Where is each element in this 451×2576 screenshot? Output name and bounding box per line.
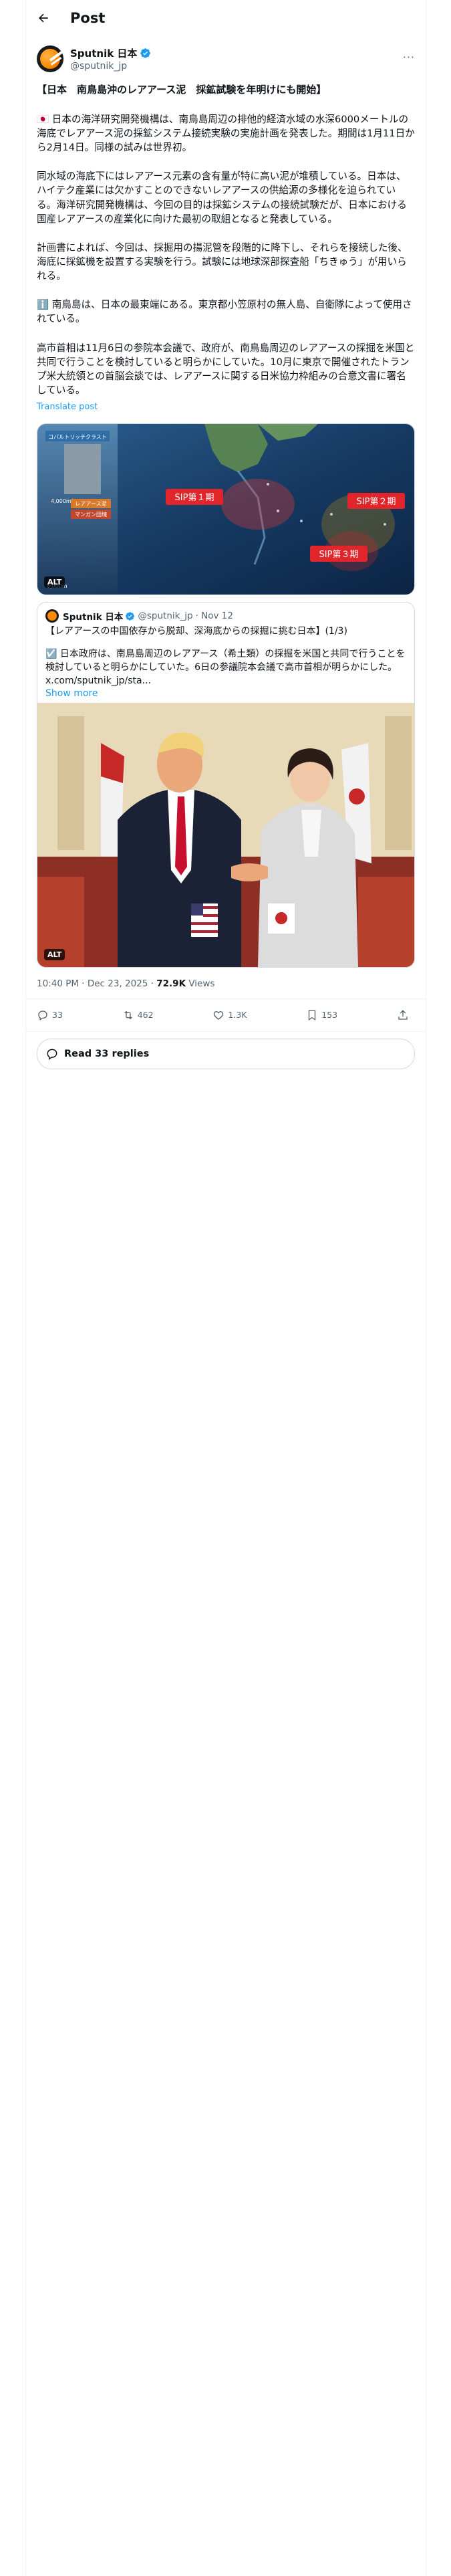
sip-phase-3-label: SIP第３期 [319, 550, 359, 560]
like-count: 1.3K [228, 1010, 247, 1021]
map-label-depth1: 4,000m [51, 498, 71, 504]
map-label-rareearth: レアアース泥 [75, 501, 106, 507]
post-paragraph: 計画書によれば、今回は、採掘用の揚泥管を段階的に降下し、それらを接続した後、海底… [37, 241, 408, 282]
quoted-post-header: Sputnik 日本 @sputnik_jp · Nov 12 [37, 603, 414, 623]
author-name[interactable]: Sputnik 日本 [70, 46, 151, 60]
post-headline: 【日本 南鳥島沖のレアアース泥 採鉱試験を年明けにも開始】 [37, 84, 327, 96]
repost-icon [124, 1010, 132, 1019]
bookmark-button[interactable]: 153 [306, 1009, 337, 1021]
author-names: Sputnik 日本 @sputnik_jp [70, 46, 151, 72]
bookmark-icon [309, 1010, 316, 1021]
main-column: Post Sputnik 日本 @sputnik_jp ··· 【日本 南鳥島沖… [26, 0, 426, 1069]
more-options-icon[interactable]: ··· [403, 51, 415, 64]
post-paragraph: ℹ️ 南鳥島は、日本の最東端にある。東京都小笠原村の無人島、自衛隊によって使用さ… [37, 299, 412, 325]
author-row: Sputnik 日本 @sputnik_jp ··· [26, 36, 426, 75]
quoted-post-link[interactable]: x.com/sputnik_jp/sta... [45, 675, 406, 688]
sip-phase-2-label: SIP第２期 [357, 497, 396, 507]
translate-post-link[interactable]: Translate post [37, 401, 415, 414]
quoted-photo[interactable]: ALT [37, 702, 414, 967]
right-rail [426, 0, 451, 2576]
quoted-author-name: Sputnik 日本 [63, 609, 135, 623]
quoted-author-name-text: Sputnik 日本 [63, 612, 124, 623]
views-label: Views [186, 978, 215, 989]
post-timestamp[interactable]: 10:40 PM · Dec 23, 2025 · [37, 978, 156, 989]
quoted-avatar [45, 609, 59, 623]
quoted-post-body: ☑️ 日本政府は、南鳥島周辺のレアアース（希土類）の採掘を米国と共同で行うことを… [45, 648, 406, 673]
verified-badge-icon [126, 611, 135, 621]
action-bar: 33 462 1.3K 153 [26, 999, 426, 1032]
quoted-author-handle: @sputnik_jp [138, 611, 193, 622]
reply-button[interactable]: 33 [37, 1009, 63, 1021]
handshake-photo-graphic [37, 702, 414, 967]
post-body: 【日本 南鳥島沖のレアアース泥 採鉱試験を年明けにも開始】 🇯🇵 日本の海洋研究… [26, 75, 426, 414]
seabed-map-graphic: コバルトリッチクラスト 4,000m レアアース泥 マンガン団塊 6,000m … [37, 424, 414, 595]
reply-icon [47, 1049, 57, 1060]
views-count: 72.9K [156, 978, 186, 989]
back-arrow-icon[interactable] [37, 11, 50, 25]
post-paragraph: 🇯🇵 日本の海洋研究開発機構は、南鳥島周辺の排他的経済水域の水深6000メートル… [37, 113, 415, 154]
bookmark-count: 153 [321, 1010, 338, 1021]
repost-button[interactable]: 462 [122, 1009, 154, 1021]
heart-icon [214, 1010, 224, 1020]
share-button[interactable] [397, 1009, 412, 1021]
like-button[interactable]: 1.3K [212, 1009, 247, 1021]
author-handle[interactable]: @sputnik_jp [70, 61, 151, 72]
seabed-map-image[interactable]: コバルトリッチクラスト 4,000m レアアース泥 マンガン団塊 6,000m … [37, 423, 415, 596]
map-label-nodule: マンガン団塊 [75, 511, 107, 518]
map-label-crust: コバルトリッチクラスト [48, 434, 107, 440]
page-title: Post [70, 10, 106, 26]
post-paragraph: 高市首相は11月6日の参院本会議で、政府が、南鳥島周辺のレアアースの採掘を米国と… [37, 342, 415, 397]
author-name-text[interactable]: Sputnik 日本 [70, 46, 137, 60]
read-replies-label: Read 33 replies [64, 1048, 150, 1059]
quoted-post-title: 【レアアースの中国依存から脱却、深海底からの採掘に挑む日本】(1/3) [45, 626, 347, 637]
post-paragraph: 同水域の海底下にはレアアース元素の含有量が特に高い泥が堆積している。日本は、ハイ… [37, 171, 407, 225]
show-more-link[interactable]: Show more [37, 688, 414, 703]
reply-count: 33 [52, 1010, 63, 1021]
page: Post Sputnik 日本 @sputnik_jp ··· 【日本 南鳥島沖… [0, 0, 451, 2576]
left-rail [0, 0, 26, 2576]
alt-badge[interactable]: ALT [44, 576, 65, 588]
avatar[interactable] [37, 45, 63, 72]
read-replies-button[interactable]: Read 33 replies [37, 1038, 415, 1069]
quoted-post-date: · Nov 12 [195, 611, 233, 622]
quoted-post-text: 【レアアースの中国依存から脱却、深海底からの採掘に挑む日本】(1/3) ☑️ 日… [37, 623, 414, 688]
quoted-post[interactable]: Sputnik 日本 @sputnik_jp · Nov 12 【レアアースの中… [37, 602, 415, 968]
verified-badge-icon [140, 48, 151, 58]
alt-badge[interactable]: ALT [44, 948, 65, 960]
reply-icon [38, 1010, 47, 1021]
sip-phase-1-label: SIP第１期 [175, 493, 214, 503]
top-bar: Post [26, 0, 426, 36]
post-meta: 10:40 PM · Dec 23, 2025 · 72.9K Views [26, 968, 426, 999]
repost-count: 462 [137, 1010, 154, 1021]
share-icon [398, 1009, 408, 1020]
